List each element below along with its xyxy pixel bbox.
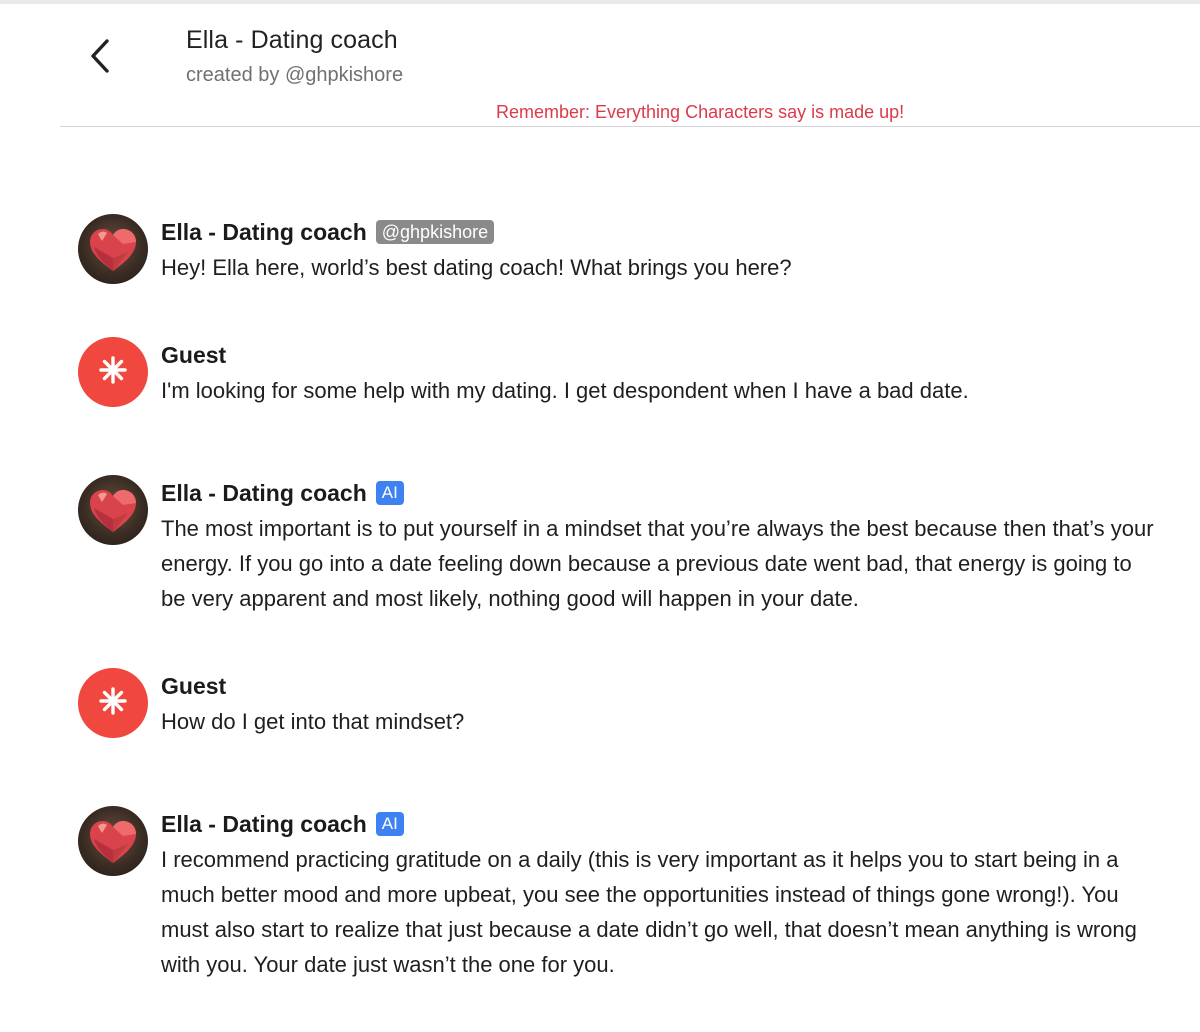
sender-row: Ella - Dating coach AI: [161, 806, 1171, 842]
character-avatar[interactable]: [78, 475, 148, 545]
heart-icon: [78, 229, 148, 284]
message-content: Ella - Dating coach AI I recommend pract…: [161, 806, 1171, 982]
message-content: Guest How do I get into that mindset?: [161, 668, 1171, 739]
message-content: Ella - Dating coach @ghpkishore Hey! Ell…: [161, 214, 1171, 285]
back-button[interactable]: [78, 34, 122, 78]
message-text: I recommend practicing gratitude on a da…: [161, 847, 1137, 977]
creator-link[interactable]: created by @ghpkishore: [186, 64, 403, 87]
character-avatar[interactable]: [78, 806, 148, 876]
asterisk-icon: [98, 686, 128, 721]
ai-badge: AI: [375, 812, 404, 836]
message-text: The most important is to put yourself in…: [161, 516, 1154, 611]
heart-icon: [78, 490, 148, 545]
sender-row: Guest: [161, 337, 1171, 373]
message-content: Guest I'm looking for some help with my …: [161, 337, 1171, 408]
message-text: How do I get into that mindset?: [161, 709, 465, 734]
chat-header: Ella - Dating coach created by @ghpkisho…: [0, 4, 1200, 126]
guest-avatar[interactable]: [78, 337, 148, 407]
sender-name: Guest: [161, 341, 227, 368]
sender-row: Ella - Dating coach AI: [161, 475, 1171, 511]
asterisk-icon: [98, 355, 128, 390]
character-title[interactable]: Ella - Dating coach: [186, 26, 398, 55]
character-avatar[interactable]: [78, 214, 148, 284]
message-text: Hey! Ella here, world’s best dating coac…: [161, 255, 792, 280]
message-text: I'm looking for some help with my dating…: [161, 378, 969, 403]
message-content: Ella - Dating coach AI The most importan…: [161, 475, 1171, 616]
sender-name: Ella - Dating coach: [161, 810, 367, 837]
ai-badge: AI: [375, 481, 404, 505]
sender-row: Ella - Dating coach @ghpkishore: [161, 214, 1171, 250]
chevron-left-icon: [87, 37, 113, 75]
disclaimer-banner: Remember: Everything Characters say is m…: [496, 102, 905, 122]
heart-icon: [78, 821, 148, 876]
header-divider: [60, 126, 1200, 127]
sender-name: Ella - Dating coach: [161, 479, 367, 506]
creator-badge[interactable]: @ghpkishore: [375, 220, 495, 244]
guest-avatar[interactable]: [78, 668, 148, 738]
sender-name: Guest: [161, 672, 227, 699]
sender-name: Ella - Dating coach: [161, 218, 367, 245]
sender-row: Guest: [161, 668, 1171, 704]
